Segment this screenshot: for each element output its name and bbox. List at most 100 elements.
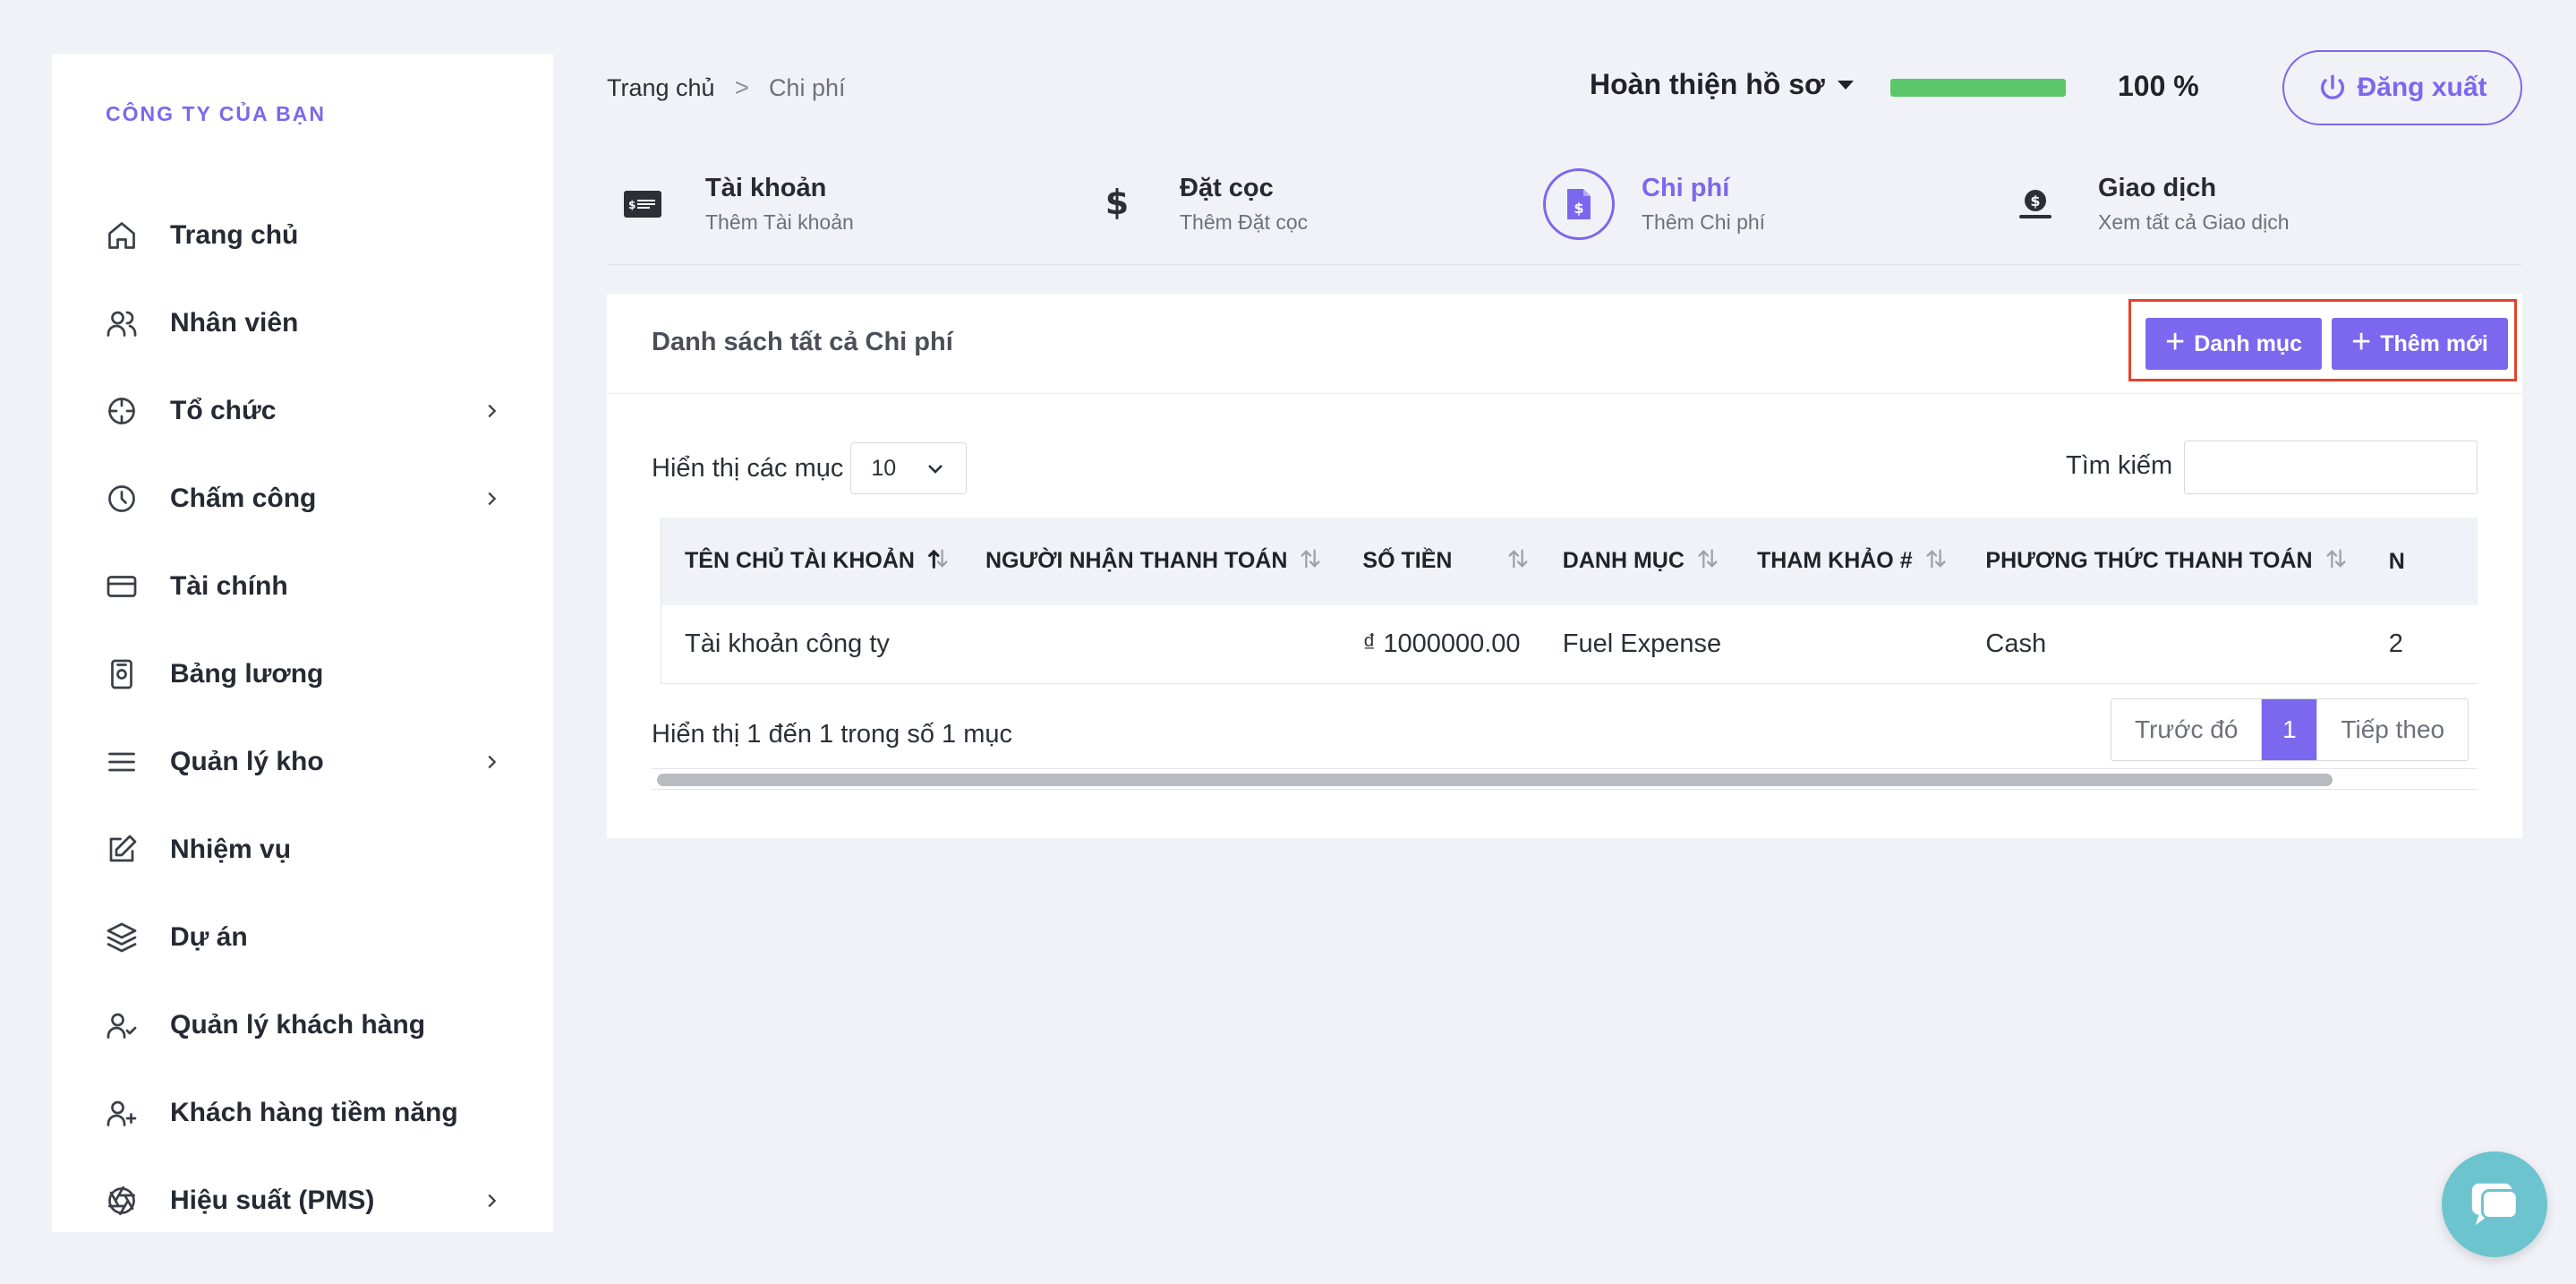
- account-card-icon: $: [607, 168, 678, 240]
- sidebar-item-label: Bảng lương: [170, 659, 324, 689]
- chat-launcher-button[interactable]: [2442, 1151, 2547, 1257]
- sort-icon: [1506, 546, 1531, 578]
- layers-icon: [104, 920, 140, 955]
- sidebar-item-finance[interactable]: Tài chính: [52, 543, 553, 630]
- chevron-right-icon: [482, 1191, 501, 1211]
- cell-payment-method: Cash: [1985, 629, 2047, 658]
- tab-subtitle: Thêm Đặt cọc: [1180, 210, 1309, 234]
- tab-deposits[interactable]: $ Đặt cọc Thêm Đặt cọc: [1081, 159, 1308, 249]
- sidebar-item-performance[interactable]: Hiệu suất (PMS): [52, 1157, 553, 1245]
- column-account-holder[interactable]: TÊN CHỦ TÀI KHOẢN: [661, 518, 962, 605]
- caret-down-icon: [1837, 80, 1854, 90]
- sidebar-item-employees[interactable]: Nhân viên: [52, 279, 553, 367]
- pagination-page-1[interactable]: 1: [2261, 699, 2317, 760]
- column-category[interactable]: DANH MỤC: [1540, 518, 1734, 605]
- users-icon: [104, 305, 140, 341]
- category-button-label: Danh mục: [2194, 330, 2303, 356]
- pagination: Trước đó 1 Tiếp theo: [2111, 698, 2469, 761]
- add-new-button[interactable]: + Thêm mới: [2332, 318, 2508, 370]
- sidebar-item-organization[interactable]: Tổ chức: [52, 367, 553, 455]
- column-label: THAM KHẢO #: [1756, 547, 1913, 573]
- sidebar-item-label: Nhân viên: [170, 308, 299, 338]
- chevron-right-icon: [482, 489, 501, 509]
- crosshair-icon: [104, 393, 140, 429]
- sidebar-item-label: Quản lý khách hàng: [170, 1010, 426, 1040]
- cell-account-holder: Tài khoản công ty: [685, 629, 890, 658]
- column-next[interactable]: N: [2366, 518, 2478, 605]
- user-check-icon: [104, 1007, 140, 1043]
- sidebar-item-clients[interactable]: Quản lý khách hàng: [52, 981, 553, 1069]
- highlighted-actions: + Danh mục + Thêm mới: [2128, 299, 2517, 381]
- search-input[interactable]: [2184, 441, 2478, 494]
- table-horizontal-scrollbar[interactable]: [652, 768, 2478, 790]
- tab-transactions[interactable]: $ Giao dịch Xem tất cả Giao dịch: [2000, 159, 2290, 249]
- show-entries-label: Hiển thị các mục: [652, 453, 844, 483]
- tab-title: Chi phí: [1642, 174, 1730, 202]
- user-plus-icon: [104, 1095, 140, 1131]
- pagination-prev[interactable]: Trước đó: [2111, 699, 2262, 760]
- profile-completion-dropdown[interactable]: Hoàn thiện hồ sơ: [1590, 68, 1854, 101]
- category-button[interactable]: + Danh mục: [2145, 318, 2323, 370]
- tab-title: Giao dịch: [2098, 174, 2217, 202]
- power-icon: [2321, 74, 2345, 99]
- sidebar-nav: Trang chủ Nhân viên Tổ chức Chấm công Tà…: [52, 192, 553, 1245]
- sidebar-item-label: Nhiệm vụ: [170, 835, 292, 864]
- tab-accounts[interactable]: $ Tài khoản Thêm Tài khoản: [607, 159, 854, 249]
- expenses-table: TÊN CHỦ TÀI KHOẢN NGƯỜI NHẬN THANH TOÁN …: [661, 518, 2478, 682]
- home-icon: [104, 218, 140, 253]
- finance-quick-tabs: $ Tài khoản Thêm Tài khoản $ Đặt cọc Thê…: [607, 159, 2522, 265]
- cell-amount: ₫ 1000000.00: [1362, 629, 1521, 658]
- sidebar-item-label: Dự án: [170, 922, 248, 952]
- profile-progress-fill: [1890, 79, 2066, 97]
- cell-reference: [1734, 605, 1962, 682]
- breadcrumb-current: Chi phí: [768, 73, 846, 101]
- pagination-next[interactable]: Tiếp theo: [2316, 699, 2469, 760]
- logout-button[interactable]: Đăng xuất: [2282, 50, 2522, 125]
- sidebar-item-label: Trang chủ: [170, 220, 299, 250]
- sidebar-item-label: Chấm công: [170, 484, 317, 513]
- column-label: SỐ TIỀN: [1362, 547, 1453, 573]
- chevron-right-icon: [482, 752, 501, 772]
- scrollbar-thumb[interactable]: [657, 774, 2333, 786]
- company-name: CÔNG TY CỦA BẠN: [106, 102, 326, 125]
- sidebar-item-payroll[interactable]: Bảng lương: [52, 630, 553, 718]
- column-amount[interactable]: SỐ TIỀN: [1339, 518, 1539, 605]
- sidebar-item-attendance[interactable]: Chấm công: [52, 455, 553, 543]
- page-size-select[interactable]: 10: [850, 442, 968, 494]
- sort-icon: [1695, 546, 1720, 578]
- column-reference[interactable]: THAM KHẢO #: [1734, 518, 1962, 605]
- tab-subtitle: Thêm Tài khoản: [705, 210, 854, 234]
- chevron-right-icon: [482, 401, 501, 421]
- sidebar-item-label: Khách hàng tiềm năng: [170, 1098, 458, 1127]
- column-payment-method[interactable]: PHƯƠNG THỨC THANH TOÁN: [1962, 518, 2365, 605]
- svg-text:$: $: [1105, 186, 1129, 222]
- chat-bubble-icon: [2471, 1183, 2519, 1226]
- column-label: TÊN CHỦ TÀI KHOẢN: [685, 547, 915, 573]
- tab-expenses[interactable]: $ Chi phí Thêm Chi phí: [1543, 159, 1765, 249]
- sidebar-item-label: Tổ chức: [170, 396, 277, 425]
- tab-subtitle: Thêm Chi phí: [1642, 210, 1766, 234]
- sidebar-item-inventory[interactable]: Quản lý kho: [52, 718, 553, 806]
- money-hand-icon: $: [2000, 168, 2071, 240]
- cell-payee: [962, 605, 1339, 682]
- column-label: DANH MỤC: [1562, 547, 1685, 573]
- menu-lines-icon: [104, 744, 140, 780]
- payslip-icon: [104, 656, 140, 692]
- sidebar-item-tasks[interactable]: Nhiệm vụ: [52, 806, 553, 894]
- logout-label: Đăng xuất: [2357, 73, 2487, 102]
- table-header-row: TÊN CHỦ TÀI KHOẢN NGƯỜI NHẬN THANH TOÁN …: [661, 518, 2478, 605]
- sidebar-item-label: Tài chính: [170, 571, 288, 601]
- sidebar-item-leads[interactable]: Khách hàng tiềm năng: [52, 1069, 553, 1157]
- clock-icon: [104, 481, 140, 517]
- sort-icon: [2324, 546, 2349, 578]
- svg-text:$: $: [1574, 200, 1583, 217]
- table-info: Hiển thị 1 đến 1 trong số 1 mục: [652, 720, 1013, 749]
- expenses-card: Danh sách tất cả Chi phí + Danh mục + Th…: [607, 294, 2522, 838]
- column-label: NGƯỜI NHẬN THANH TOÁN: [985, 547, 1288, 573]
- sidebar-item-projects[interactable]: Dự án: [52, 894, 553, 981]
- sort-asc-icon: [925, 546, 951, 578]
- column-payee[interactable]: NGƯỜI NHẬN THANH TOÁN: [962, 518, 1339, 605]
- breadcrumb-home-link[interactable]: Trang chủ: [607, 74, 715, 102]
- page-size-value: 10: [871, 455, 897, 481]
- sidebar-item-home[interactable]: Trang chủ: [52, 192, 553, 279]
